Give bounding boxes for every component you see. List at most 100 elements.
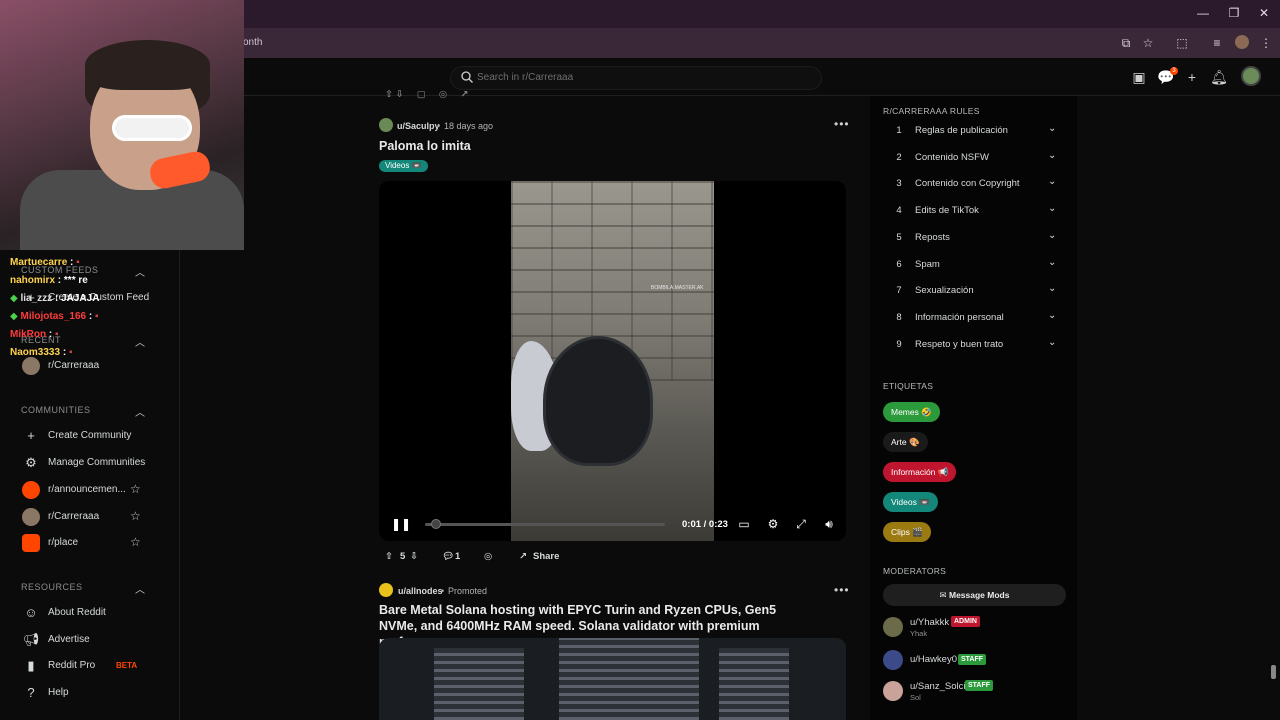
rule-item[interactable]: 8 Información personal ⌄ [893,308,1063,328]
pause-icon[interactable]: ❚❚ [391,517,411,531]
sidebar-item-carreraaa[interactable]: r/Carreraaa ☆ [20,506,170,528]
promoted-label: Promoted [448,586,488,596]
star-icon[interactable]: ☆ [130,482,141,496]
upvote-icon[interactable]: ⇧ [385,551,393,562]
share-icon[interactable]: ↗ [519,551,527,562]
chat-line: MikRon : ▪ [10,329,59,340]
reddit-pro-item[interactable]: ▮ Reddit Pro BETA [20,655,170,677]
rule-item[interactable]: 5 Reposts ⌄ [893,228,1063,248]
more-options-icon[interactable]: ••• [834,583,850,597]
sidebar-item-recent-carreraaa[interactable]: r/Carreraaa [20,355,170,377]
advertise-icon[interactable]: ▣ [1130,68,1148,86]
chevron-up-icon[interactable]: ︿ [135,334,145,349]
chevron-down-icon[interactable]: ⌄ [1048,230,1056,241]
volume-icon[interactable]: 🔊︎ [821,516,837,532]
rules-title: R/CARRERAAA RULES [883,106,980,116]
post-author[interactable]: u/allnodes [398,586,443,596]
about-reddit-item[interactable]: ☺ About Reddit [20,602,170,624]
cast-icon[interactable]: ⧉ [1118,35,1134,51]
star-icon[interactable]: ☆ [130,509,141,523]
create-community-item[interactable]: + Create Community [20,425,170,447]
search-placeholder[interactable]: Search in r/Carreraaa [477,72,573,83]
help-item[interactable]: ? Help [20,682,170,704]
more-options-icon[interactable]: ••• [834,117,850,131]
chevron-down-icon[interactable]: ⌄ [1048,257,1056,268]
tag-informacion[interactable]: Información 📢 [883,462,957,482]
rule-number: 9 [896,338,902,350]
post-flair[interactable]: Videos 📼 [379,160,428,172]
user-avatar[interactable] [1241,66,1261,86]
bookmark-star-icon[interactable]: ☆ [1140,35,1156,51]
communities-title[interactable]: COMMUNITIES [21,405,91,415]
chevron-down-icon[interactable]: ⌄ [1048,283,1056,294]
video-player[interactable]: BOMBILA.MASTER.AK ❚❚ 0:01 / 0:23 ▭ ⚙ ⤢ 🔊… [379,181,846,541]
captions-icon[interactable]: ▭ [736,516,752,532]
post-title[interactable]: Paloma lo imita [379,139,471,153]
minimize-icon[interactable]: — [1196,6,1210,20]
rule-text: Información personal [915,311,1004,323]
chevron-down-icon[interactable]: ⌄ [1048,150,1056,161]
chevron-down-icon[interactable]: ⌄ [1048,203,1056,214]
moderators-title: MODERATORS [883,566,947,576]
author-avatar[interactable] [379,118,393,132]
tag-videos[interactable]: Videos 📼 [883,492,938,512]
rule-item[interactable]: 7 Sexualización ⌄ [893,281,1063,301]
resources-title[interactable]: RESOURCES [21,582,83,592]
tag-memes[interactable]: Memes 🤣 [883,402,940,422]
chat-user: lia_zzz [20,293,53,304]
mod-avatar [883,617,903,637]
video-watermark: BOMBILA.MASTER.AK [651,285,704,291]
comment-icon[interactable]: 💬︎ [442,551,454,562]
browser-menu-icon[interactable]: ⋮ [1258,35,1274,51]
downvote-icon[interactable]: ⇩ [410,551,418,562]
settings-gear-icon[interactable]: ⚙ [765,516,781,532]
chevron-down-icon[interactable]: ⌄ [1048,337,1056,348]
promoted-image[interactable] [379,638,846,720]
manage-communities-item[interactable]: ⚙ Manage Communities [20,452,170,474]
extensions-icon[interactable]: ⬚ [1174,35,1190,51]
plus-icon: + [27,428,35,443]
rule-item[interactable]: 4 Edits de TikTok ⌄ [893,201,1063,221]
browser-profile-icon[interactable] [1235,35,1249,49]
create-post-icon[interactable]: + [1183,68,1201,86]
post-author[interactable]: u/Saculpy [397,121,440,131]
chevron-up-icon[interactable]: ︿ [135,404,145,419]
video-scrubber[interactable] [431,519,441,529]
restore-icon[interactable]: ❐ [1227,6,1241,20]
moderator-row[interactable]: u/Sanz_Solci STAFF Sol [883,679,1073,705]
sidebar-item-place[interactable]: r/place ☆ [20,532,170,554]
fullscreen-icon[interactable]: ⤢ [793,516,809,532]
award-icon[interactable]: ◎ [484,551,492,562]
chevron-down-icon[interactable]: ⌄ [1048,310,1056,321]
chevron-down-icon[interactable]: ⌄ [1048,123,1056,134]
chevron-up-icon[interactable]: ︿ [135,581,145,596]
url-text[interactable]: onth [243,37,262,48]
mod-username[interactable]: u/Sanz_Solci [910,681,965,692]
rule-item[interactable]: 2 Contenido NSFW ⌄ [893,148,1063,168]
megaphone-icon: 📢︎ [22,632,40,647]
reading-list-icon[interactable]: ≡ [1209,35,1225,51]
author-avatar[interactable] [379,583,393,597]
rule-item[interactable]: 6 Spam ⌄ [893,255,1063,275]
video-progress-bar[interactable] [425,523,665,526]
chevron-down-icon[interactable]: ⌄ [1048,176,1056,187]
share-button[interactable]: Share [533,551,559,562]
star-icon[interactable]: ☆ [130,535,141,549]
page-scrollbar[interactable] [1271,665,1276,679]
rule-item[interactable]: 9 Respeto y buen trato ⌄ [893,335,1063,355]
mod-username[interactable]: u/Hawkey0 [910,654,957,665]
rule-item[interactable]: 1 Reglas de publicación ⌄ [893,121,1063,141]
tag-clips[interactable]: Clips 🎬 [883,522,931,542]
advertise-item[interactable]: 📢︎ Advertise [20,629,170,651]
notifications-bell-icon[interactable]: 🔔︎ [1210,68,1228,86]
tag-arte[interactable]: Arte 🎨 [883,432,928,452]
message-mods-button[interactable]: ✉ Message Mods [883,584,1066,606]
moderator-row[interactable]: u/Hawkey0 STAFF [883,648,1073,674]
close-icon[interactable]: ✕ [1257,6,1271,20]
comment-count[interactable]: 1 [455,551,460,562]
mod-username[interactable]: u/Yhakkk [910,617,949,628]
chevron-up-icon[interactable]: ︿ [135,264,145,279]
rule-item[interactable]: 3 Contenido con Copyright ⌄ [893,174,1063,194]
sidebar-item-announcements[interactable]: r/announcemen... ☆ [20,479,170,501]
moderator-row[interactable]: u/Yhakkk ADMIN Yhak [883,615,1073,641]
